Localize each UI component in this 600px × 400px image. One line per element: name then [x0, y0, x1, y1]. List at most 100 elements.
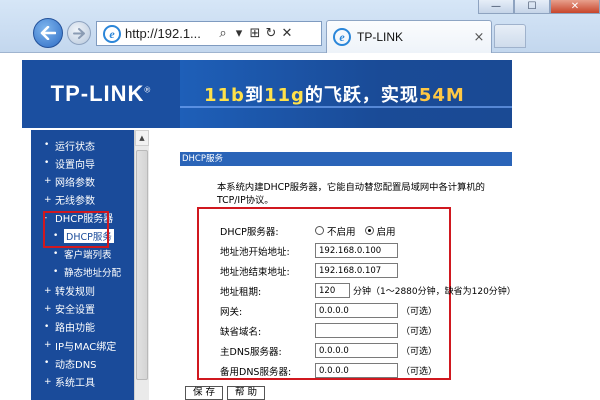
- back-button[interactable]: [33, 18, 63, 48]
- sidebar-item-label: 路由功能: [55, 323, 95, 335]
- browser-tab[interactable]: e TP-LINK ×: [326, 20, 492, 53]
- sidebar-item-bullet-icon: +: [44, 340, 52, 351]
- window-controls: — ☐ ✕: [478, 0, 600, 14]
- end-address-label: 地址池结束地址:: [220, 266, 290, 278]
- sidebar-item[interactable]: + 安全设置: [31, 300, 134, 318]
- radio-enable-icon: [364, 226, 374, 235]
- sidebar-item-bullet-icon: •: [44, 158, 50, 169]
- end-address-input[interactable]: [315, 263, 398, 278]
- start-address-input[interactable]: [315, 243, 398, 258]
- radio-disable-icon: [315, 226, 324, 235]
- sidebar-item[interactable]: + 无线参数: [31, 191, 134, 209]
- forward-arrow-icon: [73, 27, 85, 39]
- search-icon[interactable]: ⌕: [215, 26, 231, 41]
- forward-button[interactable]: [67, 21, 91, 45]
- gateway-optional: （可选）: [401, 307, 438, 317]
- header-banner: TP-LINK® 11b到11g的飞跃，实现54M: [22, 60, 512, 128]
- sidebar-item-label: 安全设置: [55, 305, 95, 317]
- sidebar-item[interactable]: - DHCP服务器: [31, 209, 134, 227]
- sidebar-item-label: 动态DNS: [55, 359, 97, 371]
- save-button[interactable]: 保 存: [185, 386, 223, 400]
- compatibility-icon[interactable]: ⊞: [247, 26, 263, 41]
- help-button[interactable]: 帮 助: [227, 386, 265, 400]
- sidebar-item[interactable]: • 静态地址分配: [31, 263, 134, 281]
- start-address-row: 地址池开始地址:: [220, 242, 398, 259]
- sidebar-item[interactable]: • 设置向导: [31, 154, 134, 172]
- slogan-part-54m: 54M: [418, 85, 465, 106]
- sidebar-item[interactable]: + 系统工具: [31, 372, 134, 390]
- address-text[interactable]: http://192.1...: [125, 26, 215, 41]
- section-title: DHCP服务: [182, 154, 223, 164]
- new-tab-button[interactable]: [494, 24, 526, 48]
- gateway-input[interactable]: [315, 303, 398, 318]
- close-window-button[interactable]: ✕: [550, 0, 600, 14]
- primary-dns-label: 主DNS服务器:: [220, 346, 282, 358]
- dropdown-icon[interactable]: ▾: [231, 26, 247, 41]
- sidebar-item[interactable]: + 转发规则: [31, 282, 134, 300]
- form-buttons: 保 存 帮 助: [185, 386, 265, 400]
- sidebar-item-bullet-icon: +: [44, 176, 52, 187]
- gateway-row: 网关: （可选）: [220, 302, 437, 319]
- sidebar-item[interactable]: + IP与MAC绑定: [31, 336, 134, 354]
- sidebar-item-label: IP与MAC绑定: [55, 341, 117, 353]
- scroll-thumb[interactable]: [136, 150, 148, 380]
- sidebar-item[interactable]: • DHCP服务: [31, 227, 134, 245]
- end-address-row: 地址池结束地址:: [220, 262, 398, 279]
- slogan-part-11b: 11b: [204, 85, 245, 106]
- lease-row: 地址租期: 分钟（1～2880分钟，缺省为120分钟）: [220, 282, 516, 299]
- sidebar-item-label: 转发规则: [55, 287, 95, 299]
- tab-close-icon[interactable]: ×: [471, 30, 487, 45]
- radio-disable[interactable]: 不启用: [315, 224, 356, 238]
- logo-trademark: ®: [144, 85, 152, 95]
- sidebar-item-bullet-icon: •: [53, 267, 59, 278]
- sidebar-item-label: DHCP服务器: [55, 214, 114, 226]
- scroll-up-icon[interactable]: ▲: [135, 130, 149, 146]
- ie-icon: e: [103, 24, 121, 43]
- secondary-dns-input[interactable]: [315, 363, 398, 378]
- domain-input[interactable]: [315, 323, 398, 338]
- sidebar-item[interactable]: • 客户端列表: [31, 245, 134, 263]
- secondary-dns-optional: （可选）: [401, 367, 438, 377]
- sidebar-item-bullet-icon: +: [44, 303, 52, 314]
- radio-disable-label: 不启用: [327, 226, 356, 238]
- refresh-icon[interactable]: ↻: [263, 26, 279, 41]
- radio-enable[interactable]: 启用: [364, 224, 396, 238]
- domain-optional: （可选）: [401, 327, 438, 337]
- slogan-area: 11b到11g的飞跃，实现54M: [180, 60, 512, 128]
- radio-enable-label: 启用: [376, 226, 396, 238]
- logo-text: TP-LINK: [50, 81, 145, 106]
- main-content: DHCP服务 本系统内建DHCP服务器，它能自动替您配置局域网中各计算机的TCP…: [180, 130, 516, 400]
- stop-icon[interactable]: ✕: [279, 26, 295, 41]
- primary-dns-input[interactable]: [315, 343, 398, 358]
- sidebar-item[interactable]: • 动态DNS: [31, 354, 134, 372]
- sidebar-item-bullet-icon: •: [44, 321, 50, 332]
- sidebar-item-label: 无线参数: [55, 196, 95, 208]
- slogan-part-leap: 的飞跃，实现: [304, 85, 419, 106]
- address-bar[interactable]: e http://192.1... ⌕ ▾ ⊞ ↻ ✕: [96, 21, 322, 46]
- sidebar-item-bullet-icon: •: [44, 140, 50, 151]
- scrollbar[interactable]: ▲: [134, 130, 149, 400]
- intro-text: 本系统内建DHCP服务器，它能自动替您配置局域网中各计算机的TCP/IP协议。: [217, 182, 485, 206]
- sidebar-item[interactable]: • 路由功能: [31, 318, 134, 336]
- sidebar-item-bullet-icon: +: [44, 194, 52, 205]
- tab-favicon-icon: e: [333, 28, 351, 46]
- maximize-button[interactable]: ☐: [514, 0, 550, 14]
- sidebar-item[interactable]: • 运行状态: [31, 136, 134, 154]
- gateway-label: 网关:: [220, 306, 243, 318]
- section-header: DHCP服务: [180, 152, 512, 166]
- domain-row: 缺省域名: （可选）: [220, 322, 437, 339]
- sidebar-item-label: 设置向导: [55, 159, 95, 171]
- slogan-part-to: 到: [244, 85, 264, 106]
- secondary-dns-row: 备用DNS服务器: （可选）: [220, 362, 437, 379]
- minimize-button[interactable]: —: [478, 0, 514, 14]
- lease-note: 分钟（1～2880分钟，缺省为120分钟）: [353, 287, 516, 297]
- dhcp-server-row: DHCP服务器: 不启用 启用: [220, 222, 405, 239]
- lease-input[interactable]: [315, 283, 350, 298]
- sidebar-item-label: 系统工具: [55, 378, 95, 390]
- sidebar-item[interactable]: + 网络参数: [31, 172, 134, 190]
- primary-dns-row: 主DNS服务器: （可选）: [220, 342, 437, 359]
- lease-label: 地址租期:: [220, 286, 262, 298]
- slogan-part-11g: 11g: [263, 85, 305, 106]
- sidebar-item-label: 网络参数: [55, 177, 95, 189]
- primary-dns-optional: （可选）: [401, 347, 438, 357]
